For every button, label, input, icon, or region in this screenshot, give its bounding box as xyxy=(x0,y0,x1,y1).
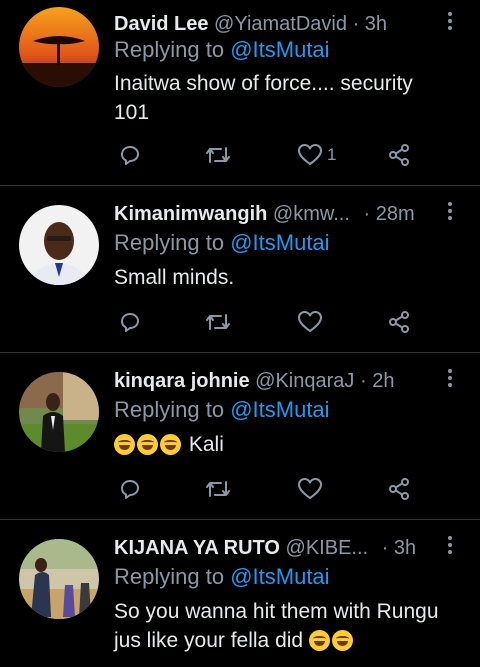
tweet-header: Kimanimwangih @kmw... · 28m xyxy=(114,197,454,231)
reply-feed: David Lee @YiamatDavid · 3h Replying to … xyxy=(0,0,480,667)
tweet-text-line: jus like your fella did xyxy=(114,629,304,652)
timestamp[interactable]: 3h xyxy=(394,537,416,559)
replying-prefix: Replying to xyxy=(114,397,225,422)
retweet-button[interactable] xyxy=(204,474,232,504)
retweet-icon xyxy=(206,147,230,163)
replying-prefix: Replying to xyxy=(114,230,225,255)
reply-icon xyxy=(121,313,139,332)
reply-icon xyxy=(121,480,139,499)
divider xyxy=(0,519,480,520)
like-count: 1 xyxy=(327,145,337,164)
like-icon xyxy=(298,478,322,499)
tweet-text: Small minds. xyxy=(114,263,464,292)
timestamp[interactable]: 2h xyxy=(372,370,394,392)
retweet-button[interactable] xyxy=(204,307,232,337)
share-button[interactable] xyxy=(387,307,411,337)
tweet-text: Inaitwa show of force.... security 101 xyxy=(114,69,464,127)
mention-link[interactable]: @ItsMutai xyxy=(230,564,329,589)
more-options-icon[interactable] xyxy=(443,10,457,34)
tweet-card[interactable]: KIJANA YA RUTO @KIBE... · 3h Replying to… xyxy=(0,531,480,667)
author-handle[interactable]: @KinqaraJ xyxy=(255,370,354,392)
like-button[interactable]: 1 xyxy=(297,140,336,170)
like-icon xyxy=(298,311,322,332)
share-icon xyxy=(389,478,409,500)
author-name[interactable]: Kimanimwangih xyxy=(114,203,267,225)
rofl-emoji xyxy=(114,434,135,455)
like-icon xyxy=(298,144,322,165)
retweet-icon xyxy=(206,481,230,497)
rofl-emoji xyxy=(160,434,181,455)
separator: · xyxy=(363,203,371,225)
separator: · xyxy=(359,370,367,392)
timestamp[interactable]: 28m xyxy=(376,203,415,225)
tweet-text-line: Inaitwa show of force.... security xyxy=(114,72,413,95)
laughing-emoji xyxy=(308,630,330,651)
replying-prefix: Replying to xyxy=(114,564,225,589)
laughing-emoji xyxy=(331,630,353,651)
author-handle[interactable]: @KIBE... xyxy=(286,537,369,559)
rofl-emoji xyxy=(137,434,158,455)
mention-link[interactable]: @ItsMutai xyxy=(230,230,329,255)
reply-icon xyxy=(121,146,139,165)
author-handle[interactable]: @YiamatDavid xyxy=(214,13,347,35)
tweet-text-line: Kali xyxy=(188,433,224,456)
replying-prefix: Replying to xyxy=(114,37,225,62)
like-button[interactable] xyxy=(297,307,327,337)
share-icon xyxy=(389,144,409,166)
like-button[interactable] xyxy=(297,474,327,504)
tweet-text-line: 101 xyxy=(114,101,150,124)
action-bar: 1 xyxy=(114,140,434,170)
action-bar xyxy=(114,474,434,504)
avatar[interactable] xyxy=(19,205,99,285)
avatar[interactable] xyxy=(19,372,99,452)
reply-button[interactable] xyxy=(118,140,142,170)
reply-button[interactable] xyxy=(118,474,142,504)
reply-button[interactable] xyxy=(118,307,142,337)
retweet-button[interactable] xyxy=(204,140,232,170)
replying-to: Replying to @ItsMutai xyxy=(114,230,330,256)
share-button[interactable] xyxy=(387,474,411,504)
author-name[interactable]: kinqara johnie xyxy=(114,370,250,392)
tweet-header: David Lee @YiamatDavid · 3h xyxy=(114,7,454,41)
tweet-text: Kali xyxy=(114,430,464,459)
share-icon xyxy=(389,311,409,333)
divider xyxy=(0,352,480,353)
mention-link[interactable]: @ItsMutai xyxy=(230,37,329,62)
separator: · xyxy=(352,13,360,35)
replying-to: Replying to @ItsMutai xyxy=(114,397,330,423)
separator: · xyxy=(381,537,389,559)
mention-link[interactable]: @ItsMutai xyxy=(230,397,329,422)
tweet-text: So you wanna hit them with Rungu jus lik… xyxy=(114,597,464,655)
author-handle[interactable]: @kmw... xyxy=(273,203,350,225)
tweet-card[interactable]: Kimanimwangih @kmw... · 28m Replying to … xyxy=(0,197,480,347)
more-options-icon[interactable] xyxy=(443,200,457,224)
tweet-header: KIJANA YA RUTO @KIBE... · 3h xyxy=(114,531,454,565)
tweet-text-line: Small minds. xyxy=(114,266,235,289)
retweet-icon xyxy=(206,314,230,330)
more-options-icon[interactable] xyxy=(443,534,457,558)
avatar[interactable] xyxy=(19,539,99,619)
tweet-card[interactable]: David Lee @YiamatDavid · 3h Replying to … xyxy=(0,7,480,177)
tweet-card[interactable]: kinqara johnie @KinqaraJ · 2h Replying t… xyxy=(0,364,480,514)
more-options-icon[interactable] xyxy=(443,367,457,391)
divider xyxy=(0,185,480,186)
action-bar xyxy=(114,307,434,337)
author-name[interactable]: David Lee xyxy=(114,13,208,35)
avatar[interactable] xyxy=(19,7,99,87)
tweet-header: kinqara johnie @KinqaraJ · 2h xyxy=(114,364,454,398)
replying-to: Replying to @ItsMutai xyxy=(114,37,330,63)
timestamp[interactable]: 3h xyxy=(365,13,387,35)
replying-to: Replying to @ItsMutai xyxy=(114,564,330,590)
share-button[interactable] xyxy=(387,140,411,170)
tweet-text-line: So you wanna hit them with Rungu xyxy=(114,600,439,623)
author-name[interactable]: KIJANA YA RUTO xyxy=(114,537,280,559)
